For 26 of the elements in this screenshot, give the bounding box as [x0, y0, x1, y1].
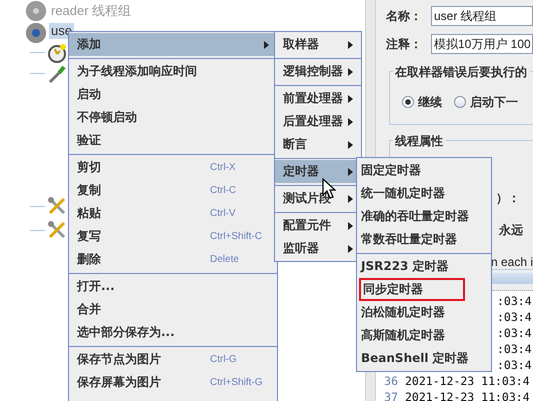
- line-number: 36: [384, 373, 398, 389]
- line-number: 37: [384, 389, 398, 401]
- log-line: :03:4: [497, 357, 532, 373]
- radio-label: 继续: [418, 94, 442, 110]
- field-label: ）：: [496, 190, 520, 206]
- shortcut-label: Ctrl-C: [210, 185, 236, 196]
- log-line: :03:4: [497, 309, 532, 325]
- shortcut-label: Delete: [210, 254, 239, 265]
- log-line: :03:4: [497, 341, 532, 357]
- field-label: n each i: [491, 254, 533, 270]
- log-line: 2021-12-23 11:03:4: [405, 389, 530, 401]
- group-title: 在取样器错误后要执行的: [393, 64, 530, 80]
- shortcut-label: Ctrl-X: [210, 162, 236, 173]
- shortcut-label: Ctrl+Shift-G: [210, 377, 263, 388]
- shortcut-label: Ctrl-V: [210, 208, 236, 219]
- field-label: 永远: [499, 222, 523, 238]
- field-label: 名称：: [386, 8, 423, 24]
- log-line: 2021-12-23 11:03:4: [405, 373, 530, 389]
- radio-label: 启动下一: [470, 94, 518, 110]
- field-label: 注释：: [386, 36, 423, 52]
- log-line: :03:4: [497, 325, 532, 341]
- highlight-box: 同步定时器: [359, 278, 465, 301]
- shortcut-label: Ctrl+Shift-C: [210, 231, 262, 242]
- log-line: :03:4: [497, 293, 532, 309]
- shortcut-label: Ctrl-G: [210, 354, 237, 365]
- group-title: 线程属性: [393, 133, 446, 149]
